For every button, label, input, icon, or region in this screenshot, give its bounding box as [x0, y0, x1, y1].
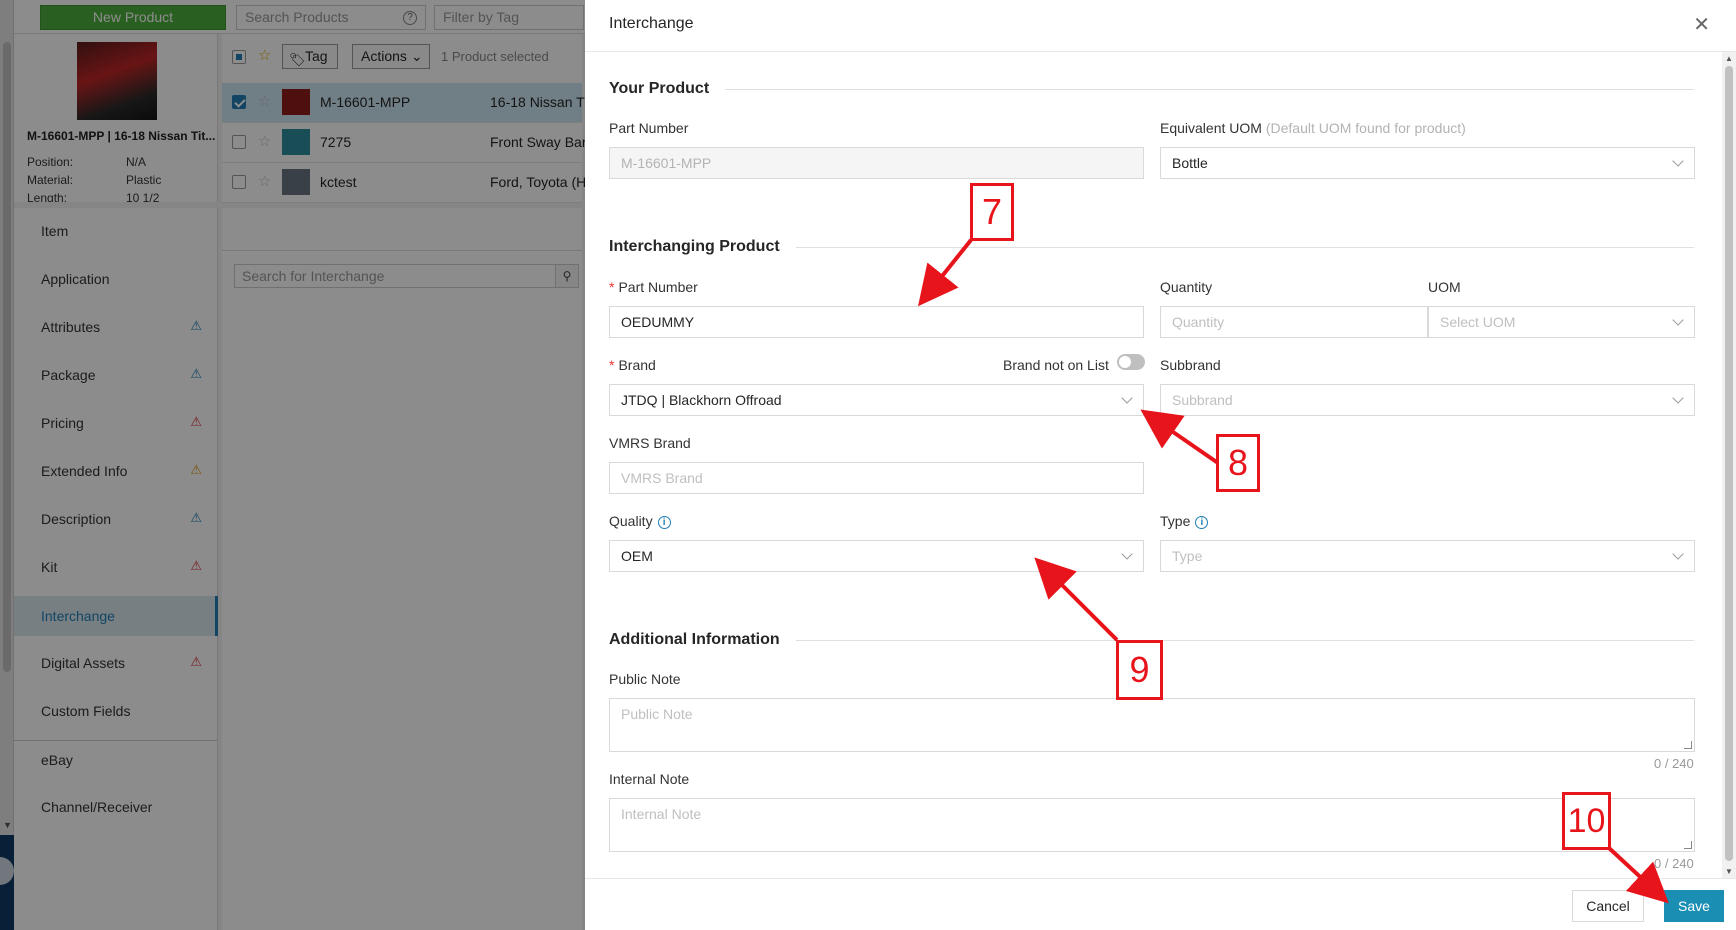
your-part-number-label: Part Number	[609, 120, 689, 136]
drawer-scrollbar-thumb[interactable]	[1725, 66, 1733, 861]
quality-label: Quality i	[609, 513, 671, 529]
annotation-9: 9	[1116, 640, 1163, 700]
annotation-10: 10	[1562, 792, 1611, 850]
info-icon[interactable]: i	[1195, 516, 1209, 529]
chevron-down-icon	[1672, 314, 1684, 326]
annotation-7: 7	[970, 183, 1014, 241]
type-label: Type i	[1160, 513, 1209, 529]
annotation-8: 8	[1216, 434, 1260, 492]
your-product-title: Your Product	[609, 80, 726, 98]
cancel-button[interactable]: Cancel	[1572, 890, 1644, 922]
interchange-drawer: Interchange ✕ Your Product Part Number M…	[585, 0, 1736, 930]
equivalent-uom-value: Bottle	[1172, 155, 1208, 171]
quality-label-text: Quality	[609, 513, 653, 529]
vmrs-brand-label: VMRS Brand	[609, 435, 691, 451]
quality-value: OEM	[621, 548, 653, 564]
drawer-footer-divider	[585, 878, 1736, 879]
chevron-down-icon	[1672, 392, 1684, 404]
resize-handle-icon[interactable]	[1684, 741, 1692, 749]
type-placeholder: Type	[1172, 548, 1203, 564]
chevron-down-icon	[1672, 548, 1684, 560]
equivalent-uom-label: Equivalent UOM (Default UOM found for pr…	[1160, 120, 1466, 136]
brand-label-text: Brand	[618, 357, 656, 373]
type-select[interactable]: Type	[1160, 540, 1695, 572]
subbrand-placeholder: Subbrand	[1172, 392, 1233, 408]
drawer-scrollbar[interactable]: ▲ ▼	[1722, 52, 1736, 878]
internal-note-counter: 0 / 240	[1654, 856, 1694, 871]
info-icon[interactable]: i	[657, 516, 671, 529]
brand-not-on-list-toggle[interactable]	[1117, 354, 1145, 370]
drawer-title: Interchange	[609, 15, 694, 32]
internal-note-textarea[interactable]: Internal Note	[609, 798, 1695, 852]
quantity-label: Quantity	[1160, 279, 1213, 295]
part-number-label: * Part Number	[609, 279, 698, 295]
your-part-number-field: M-16601-MPP	[609, 147, 1144, 179]
uom-select[interactable]: Select UOM	[1428, 306, 1695, 338]
public-note-textarea[interactable]: Public Note	[609, 698, 1695, 752]
public-note-counter: 0 / 240	[1654, 756, 1694, 771]
equivalent-uom-label-text: Equivalent UOM	[1160, 120, 1262, 136]
scroll-down-arrow-icon[interactable]: ▼	[1725, 867, 1733, 876]
part-number-input[interactable]: OEDUMMY	[609, 306, 1144, 338]
resize-handle-icon[interactable]	[1684, 841, 1692, 849]
required-marker: *	[609, 279, 615, 295]
close-icon[interactable]: ✕	[1693, 12, 1710, 37]
section-divider	[609, 89, 1694, 90]
public-note-label: Public Note	[609, 671, 681, 687]
required-marker: *	[609, 357, 615, 373]
chevron-down-icon	[1121, 392, 1133, 404]
save-button[interactable]: Save	[1664, 890, 1724, 922]
uom-placeholder: Select UOM	[1440, 314, 1516, 330]
scroll-up-arrow-icon[interactable]: ▲	[1725, 54, 1733, 63]
quantity-input[interactable]: Quantity	[1160, 306, 1428, 338]
equivalent-uom-select[interactable]: Bottle	[1160, 147, 1695, 179]
vmrs-brand-input[interactable]: VMRS Brand	[609, 462, 1144, 494]
subbrand-select[interactable]: Subbrand	[1160, 384, 1695, 416]
public-note-placeholder: Public Note	[621, 706, 693, 722]
type-label-text: Type	[1160, 513, 1191, 529]
uom-label: UOM	[1428, 279, 1461, 295]
drawer-header-divider	[585, 51, 1736, 52]
quality-select[interactable]: OEM	[609, 540, 1144, 572]
chevron-down-icon	[1121, 548, 1133, 560]
brand-select[interactable]: JTDQ | Blackhorn Offroad	[609, 384, 1144, 416]
chevron-down-icon	[1672, 155, 1684, 167]
toggle-knob	[1119, 356, 1131, 368]
subbrand-label: Subbrand	[1160, 357, 1221, 373]
brand-label: * Brand	[609, 357, 656, 373]
brand-value: JTDQ | Blackhorn Offroad	[621, 392, 782, 408]
equivalent-uom-hint: (Default UOM found for product)	[1265, 120, 1466, 136]
interchanging-product-title: Interchanging Product	[609, 238, 796, 256]
internal-note-placeholder: Internal Note	[621, 806, 702, 822]
additional-info-title: Additional Information	[609, 631, 796, 649]
internal-note-label: Internal Note	[609, 771, 690, 787]
brand-not-on-list-label: Brand not on List	[1003, 357, 1109, 373]
part-number-label-text: Part Number	[618, 279, 698, 295]
